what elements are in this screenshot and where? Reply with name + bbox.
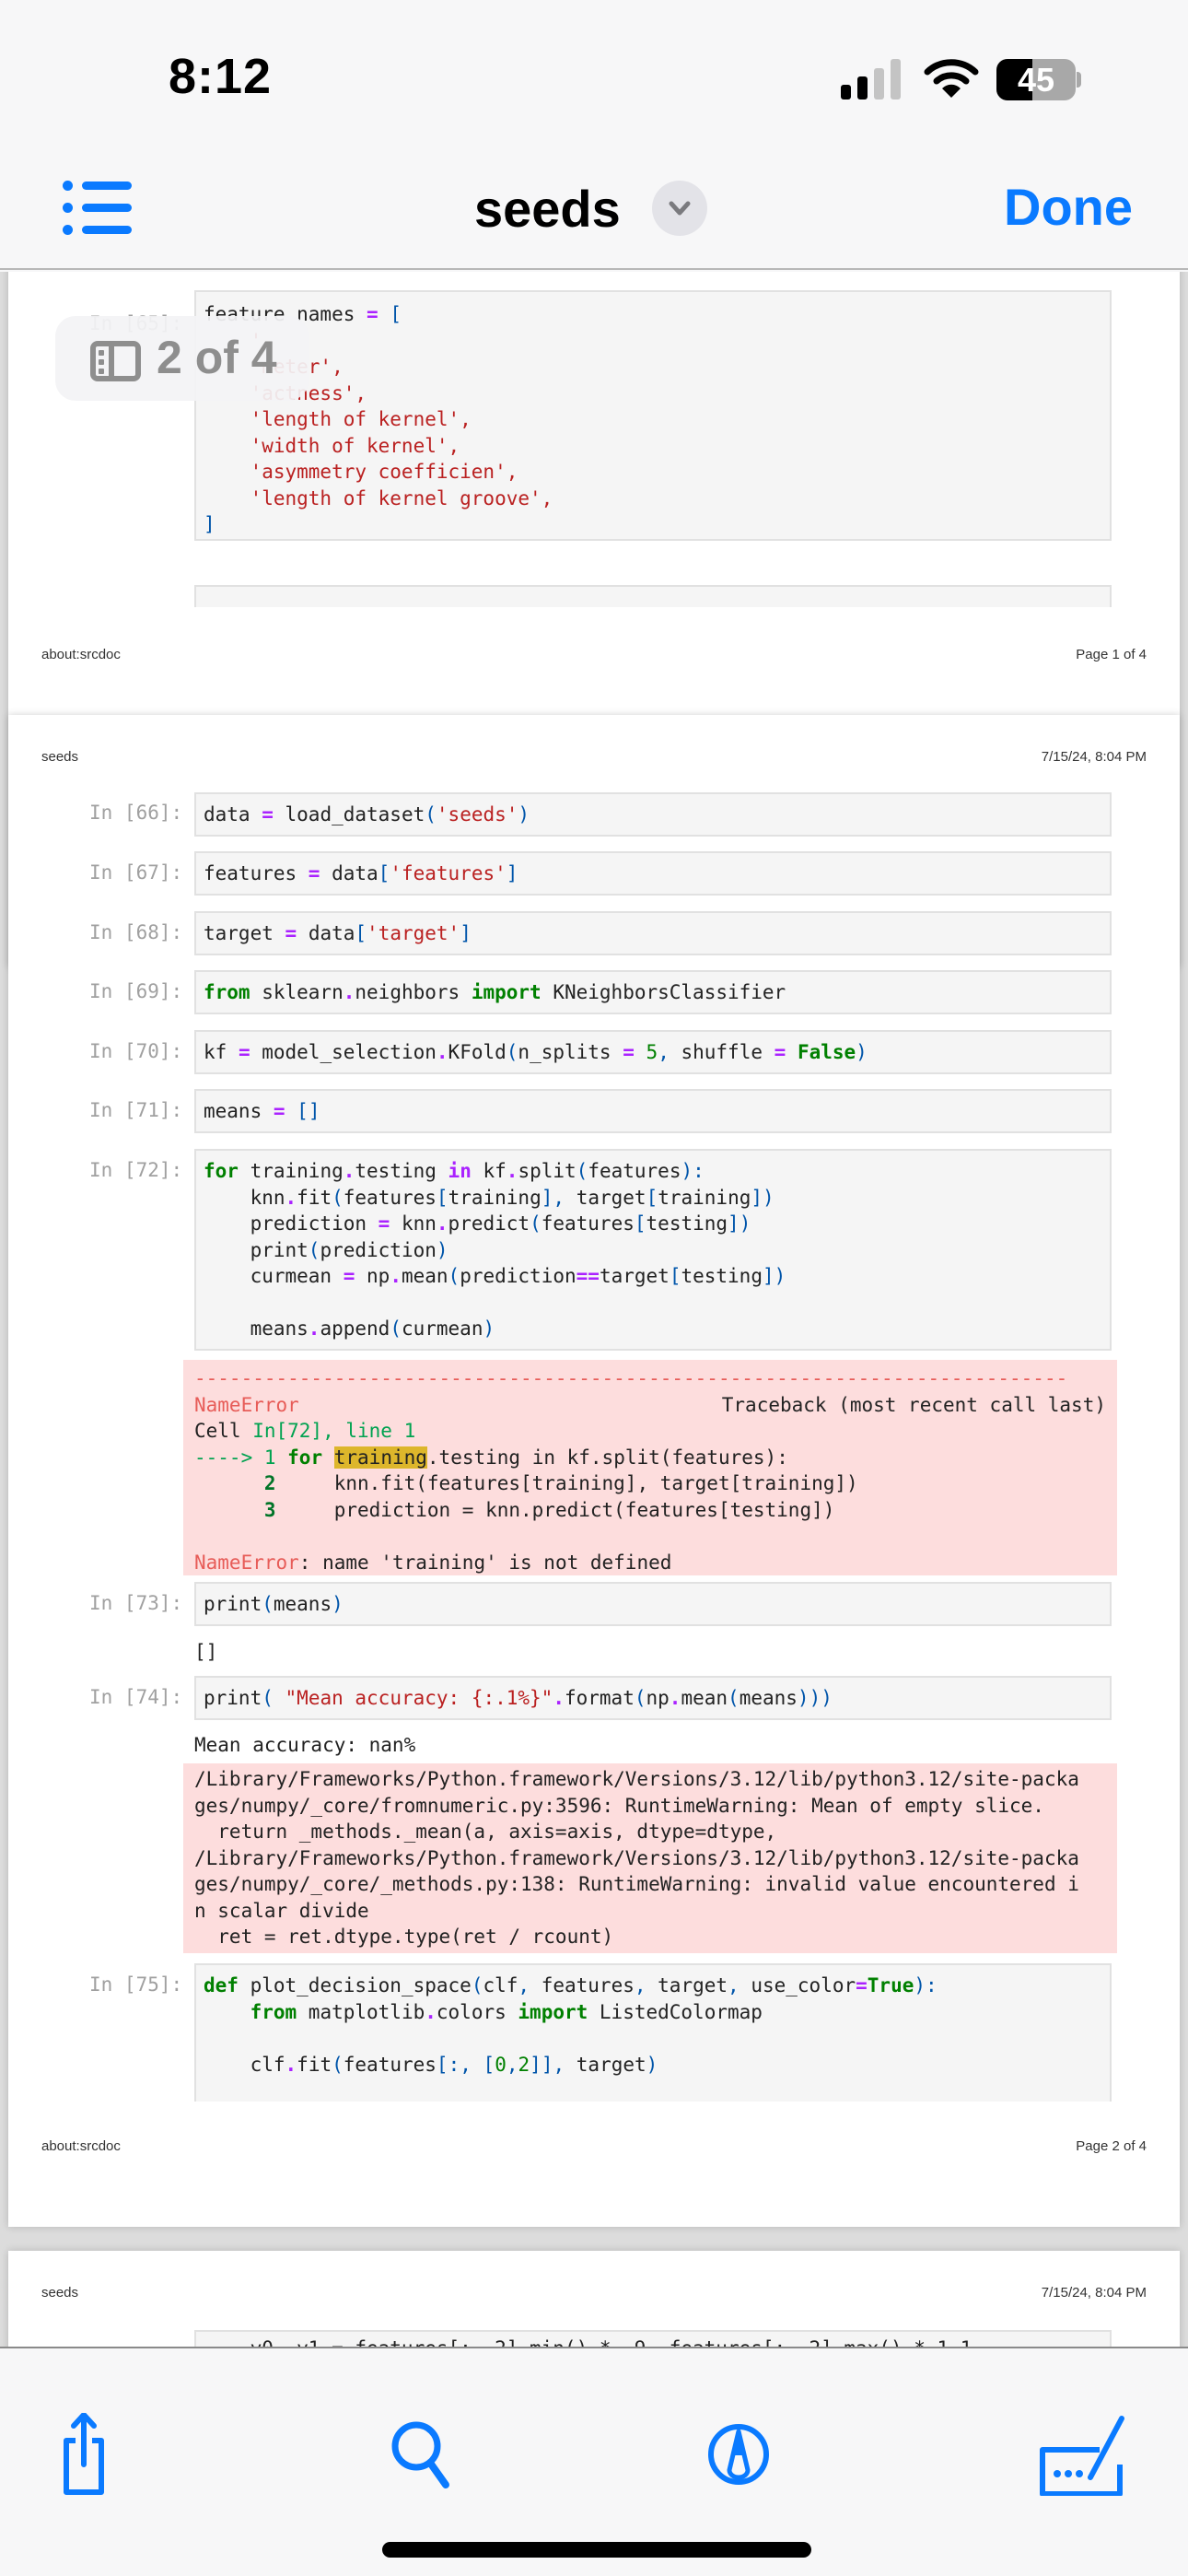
code-line: 'length of kernel', — [204, 408, 472, 430]
code-text: kf = model_selection.KFold(n_splits = 5,… — [204, 1041, 868, 1063]
page-indicator-text: 2 of 4 — [157, 332, 277, 383]
cell-prompt: In [67]: — [89, 861, 183, 884]
code-input[interactable]: features = data['features'] — [194, 851, 1112, 896]
code-input[interactable]: y0, y1 = features[:, 2].min() * .9, feat… — [194, 2330, 1112, 2347]
cell-prompt: In [70]: — [89, 1040, 183, 1062]
cell-prompt: In [72]: — [89, 1159, 183, 1181]
error-output: ----------------------------------------… — [183, 1360, 1117, 1575]
page-footer-left: about:srcdoc — [41, 647, 121, 662]
search-button[interactable] — [379, 2413, 462, 2496]
bottom-toolbar — [0, 2347, 1188, 2576]
markup-icon — [708, 2424, 769, 2485]
page-header-left: seeds — [41, 749, 79, 765]
code-input[interactable]: print( "Mean accuracy: {:.1%}".format(np… — [194, 1676, 1112, 1720]
cell-prompt: In [74]: — [89, 1686, 183, 1708]
table-of-contents-button[interactable] — [63, 181, 134, 236]
form-fill-icon — [1040, 2416, 1124, 2497]
code-input[interactable]: kf = model_selection.KFold(n_splits = 5,… — [194, 1030, 1112, 1074]
cell-prompt: In [75]: — [89, 1973, 183, 1996]
code-text: for training.testing in kf.split(feature… — [204, 1160, 786, 1340]
fill-and-sign-button[interactable] — [1030, 2413, 1131, 2497]
code-text: from sklearn.neighbors import KNeighbors… — [204, 981, 786, 1003]
next-cell-input[interactable] — [194, 585, 1112, 607]
page-footer-left: about:srcdoc — [41, 2138, 121, 2154]
code-line: y0, y1 = features[:, 2].min() * .9, feat… — [204, 2337, 973, 2347]
code-text: data = load_dataset('seeds') — [204, 803, 530, 825]
error-highlight: training — [333, 1446, 427, 1469]
cell-prompt: In [66]: — [89, 802, 183, 824]
cellular-signal-icon — [841, 59, 902, 100]
code-input[interactable]: for training.testing in kf.split(feature… — [194, 1149, 1112, 1351]
done-button[interactable]: Done — [1004, 177, 1133, 237]
code-input[interactable]: from sklearn.neighbors import KNeighbors… — [194, 970, 1112, 1014]
share-icon — [64, 2412, 104, 2495]
code-input[interactable]: def plot_decision_space(clf, features, t… — [194, 1963, 1112, 2102]
code-text: features = data['features'] — [204, 862, 518, 884]
code-input[interactable]: print(means) — [194, 1582, 1112, 1626]
code-line: 'length of kernel groove', — [204, 486, 553, 509]
document-title[interactable]: seeds — [474, 179, 621, 239]
status-bar: 8:12 45 — [0, 0, 1188, 157]
code-text: print( "Mean accuracy: {:.1%}".format(np… — [204, 1687, 833, 1709]
page-3: seeds 7/15/24, 8:04 PM y0, y1 = features… — [8, 2251, 1180, 2347]
search-icon — [391, 2421, 449, 2488]
chevron-down-icon — [669, 201, 691, 216]
code-text: target = data['target'] — [204, 922, 472, 944]
page-footer-right: Page 1 of 4 — [1076, 647, 1147, 662]
code-line: 'asymmetry coefficien', — [204, 461, 518, 483]
cell-prompt: In [73]: — [89, 1592, 183, 1614]
error-type: NameError — [194, 1393, 299, 1416]
battery-level: 45 — [1017, 61, 1055, 99]
code-input[interactable]: data = load_dataset('seeds') — [194, 792, 1112, 837]
nav-bar: seeds Done — [0, 157, 1188, 270]
page-indicator[interactable]: 2 of 4 — [55, 316, 309, 401]
cell-prompt: In [71]: — [89, 1099, 183, 1121]
cell-prompt: In [69]: — [89, 980, 183, 1002]
warning-output: /Library/Frameworks/Python.framework/Ver… — [183, 1763, 1117, 1953]
page-2: seeds 7/15/24, 8:04 PM In [66]: data = l… — [8, 715, 1180, 2227]
code-input[interactable]: means = [] — [194, 1089, 1112, 1133]
document-scroll-area[interactable]: In [65]: feature names = [ ', 'meter', '… — [0, 272, 1188, 2347]
sidebar-thumbnails-icon — [90, 341, 141, 381]
cell-prompt: In [68]: — [89, 921, 183, 943]
status-time: 8:12 — [169, 49, 273, 104]
traceback-label: Traceback (most recent call last) — [721, 1393, 1106, 1416]
title-menu-button[interactable] — [652, 181, 707, 236]
page-header-left: seeds — [41, 2285, 79, 2301]
code-line: 'width of kernel', — [204, 434, 460, 457]
wifi-icon — [924, 59, 979, 98]
cell-output: [] — [194, 1641, 218, 1663]
markup-button[interactable] — [697, 2413, 780, 2496]
cell-output: Mean accuracy: nan% — [194, 1734, 416, 1756]
code-line: ] — [204, 513, 215, 535]
code-text: print(means) — [204, 1593, 344, 1615]
battery-icon: 45 — [996, 59, 1081, 100]
error-message: : name 'training' is not defined — [298, 1551, 672, 1574]
page-header-right: 7/15/24, 8:04 PM — [1041, 749, 1147, 765]
home-indicator[interactable] — [382, 2542, 811, 2558]
code-text: def plot_decision_space(clf, features, t… — [204, 1974, 938, 2076]
error-line: .testing in kf.split(features): — [426, 1446, 788, 1469]
code-input[interactable]: target = data['target'] — [194, 911, 1112, 955]
code-input[interactable]: feature names = [ ', 'meter', 'actness',… — [194, 290, 1112, 541]
page-header-right: 7/15/24, 8:04 PM — [1041, 2285, 1147, 2301]
page-footer-right: Page 2 of 4 — [1076, 2138, 1147, 2154]
share-button[interactable] — [52, 2412, 134, 2496]
code-text: means = [] — [204, 1100, 320, 1122]
